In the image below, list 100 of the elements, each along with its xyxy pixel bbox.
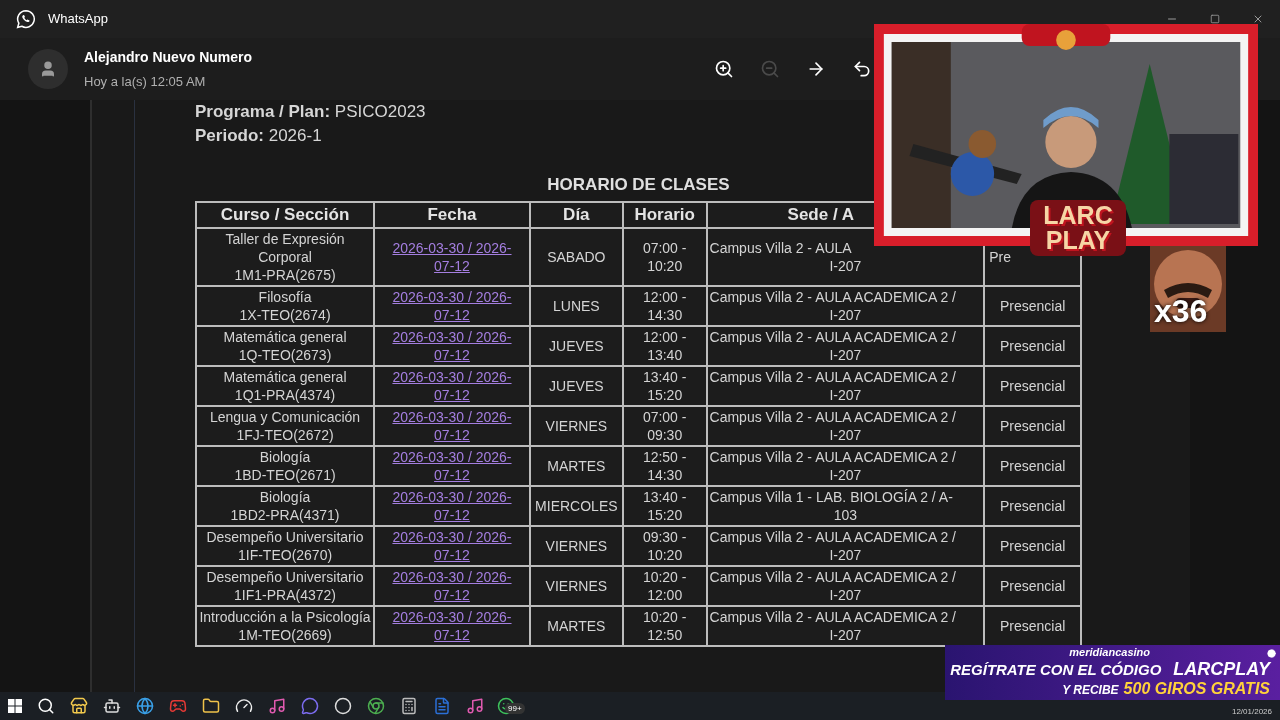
ad-code: LARCPLAY <box>1173 659 1270 679</box>
column-header: Horario <box>622 201 707 228</box>
ad-brand: meridiancasino <box>1069 645 1150 659</box>
table-cell: JUEVES <box>529 365 623 406</box>
course-name: Lengua y Comunicación <box>208 407 362 426</box>
table-cell: MIERCOLES <box>529 485 623 526</box>
search-icon[interactable] <box>37 697 55 715</box>
section-code: 1BD2-PRA(4371) <box>229 505 341 524</box>
section-code: 1IF-TEO(2670) <box>236 545 334 564</box>
site-text: I-207 <box>828 625 863 644</box>
column-header: Día <box>529 201 623 228</box>
calculator-icon[interactable] <box>400 697 418 715</box>
modality-text: Presencial <box>999 457 1066 474</box>
course-name: Matemática general <box>222 367 348 386</box>
site-text: Campus Villa 2 - AULA ACADEMICA 2 / <box>708 607 957 626</box>
course-name: Taller de Expresión Corporal <box>224 229 346 266</box>
table-cell: MARTES <box>529 605 623 646</box>
table-cell: VIERNES <box>529 525 623 566</box>
close-icon[interactable] <box>1252 13 1264 25</box>
table-cell: VIERNES <box>529 565 623 606</box>
section-code: 1M1-PRA(2675) <box>233 265 337 284</box>
folder-icon[interactable] <box>202 697 220 715</box>
time-range: 12:00 - 14:30 <box>641 287 688 324</box>
table-cell: SABADO <box>529 227 623 286</box>
table-cell: MARTES <box>529 445 623 486</box>
ad-subline: Y RECIBE <box>1062 682 1119 699</box>
modality-text: Presencial <box>999 577 1066 594</box>
time-range: 12:50 - 14:30 <box>641 447 688 484</box>
whatsapp-icon <box>16 9 36 29</box>
modality-text: Presencial <box>999 417 1066 434</box>
section-code: 1IF1-PRA(4372) <box>233 585 337 604</box>
site-text: I-207 <box>828 345 863 364</box>
course-name: Desempeño Universitario <box>205 567 365 586</box>
site-text: I-207 <box>828 465 863 484</box>
robot-icon[interactable] <box>103 697 121 715</box>
site-text: 103 <box>832 505 859 524</box>
modality-text: Pre <box>988 247 1013 266</box>
site-text: Campus Villa 2 - AULA ACADEMICA 2 / <box>708 287 957 306</box>
badge-icon <box>1267 649 1276 658</box>
globe-icon[interactable] <box>136 697 154 715</box>
site-text: Campus Villa 2 - AULA ACADEMICA 2 / <box>708 327 957 346</box>
ad-offer: 500 GIROS GRATIS <box>1123 680 1270 698</box>
site-text: Campus Villa 2 - AULA ACADEMICA 2 / <box>708 567 957 586</box>
combo-counter: x36 <box>1154 294 1208 328</box>
course-name: Desempeño Universitario <box>205 527 365 546</box>
section-code: 1M-TEO(2669) <box>237 625 333 644</box>
site-text: Campus Villa 1 - LAB. BIOLOGÍA 2 / A- <box>708 487 954 506</box>
store-icon[interactable] <box>70 697 88 715</box>
document-icon[interactable] <box>433 697 451 715</box>
modality-text: Presencial <box>999 297 1066 314</box>
modality-text: Presencial <box>999 497 1066 514</box>
table-title: HORARIO DE CLASES <box>546 174 731 196</box>
modality-text: Presencial <box>999 337 1066 354</box>
contact-name: Alejandro Nuevo Numero <box>84 47 253 67</box>
site-text: Campus Villa 2 - AULA ACADEMICA 2 / <box>708 367 957 386</box>
column-header: Curso / Sección <box>196 201 375 228</box>
music-note-icon[interactable] <box>466 697 484 715</box>
zoom-in-icon[interactable] <box>714 59 735 79</box>
ad-headline: REGÍTRATE CON EL CÓDIGO <box>950 660 1162 680</box>
course-name: Matemática general <box>222 327 348 346</box>
table-cell: VIERNES <box>529 405 623 446</box>
site-text: I-207 <box>828 385 863 404</box>
time-range: 10:20 - 12:50 <box>641 607 688 644</box>
notification-badge: 99+ <box>505 703 525 714</box>
section-code: 1BD-TEO(2671) <box>233 465 337 484</box>
time-range: 13:40 - 15:20 <box>641 487 688 524</box>
site-text: Campus Villa 2 - AULA <box>708 238 853 257</box>
site-text: I-207 <box>828 425 863 444</box>
gamepad-icon[interactable] <box>169 697 187 715</box>
modality-text: Presencial <box>999 537 1066 554</box>
message-timestamp: Hoy a la(s) 12:05 AM <box>84 72 207 91</box>
course-name: Biología <box>258 487 312 506</box>
site-text: I-207 <box>828 585 863 604</box>
windows-logo-icon[interactable] <box>8 699 22 713</box>
chat-bubble-icon[interactable] <box>301 697 319 715</box>
time-range: 12:00 - 13:40 <box>641 327 688 364</box>
time-range: 07:00 - 09:30 <box>641 407 688 444</box>
modality-text: Presencial <box>999 377 1066 394</box>
section-code: 1Q1-PRA(4374) <box>233 385 337 404</box>
maximize-icon[interactable] <box>1210 14 1220 24</box>
time-range: 07:00 - 10:20 <box>641 238 688 275</box>
taskbar-date: 12/01/2026 <box>1231 706 1272 718</box>
avatar-icon <box>28 49 68 89</box>
site-text: I-207 <box>828 256 863 275</box>
music-note-icon[interactable] <box>268 697 286 715</box>
section-code: 1Q-TEO(2673) <box>237 345 333 364</box>
table-cell: JUEVES <box>529 325 623 366</box>
chrome-icon[interactable] <box>367 697 385 715</box>
info-line: Programa / Plan: PSICO2023 <box>195 101 427 123</box>
app-title: WhatsApp <box>48 10 108 29</box>
table-cell: LUNES <box>529 285 623 326</box>
time-range: 13:40 - 15:20 <box>641 367 688 404</box>
site-text: Campus Villa 2 - AULA ACADEMICA 2 / <box>708 527 957 546</box>
time-range: 09:30 - 10:20 <box>641 527 688 564</box>
info-line: Periodo: 2026-1 <box>195 125 323 147</box>
modality-text: Presencial <box>999 617 1066 634</box>
site-text: Campus Villa 2 - AULA ACADEMICA 2 / <box>708 447 957 466</box>
site-text: Campus Villa 2 - AULA ACADEMICA 2 / <box>708 407 957 426</box>
course-name: Filosofía <box>257 287 313 306</box>
column-header: Fecha <box>374 201 530 228</box>
